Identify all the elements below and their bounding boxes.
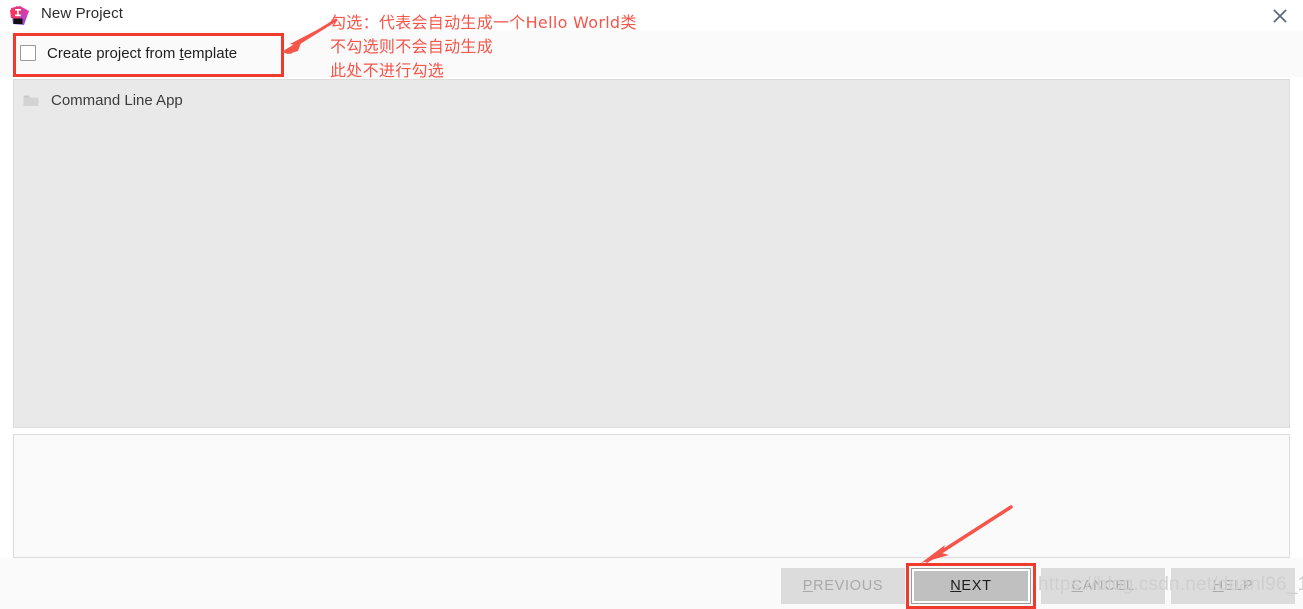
cancel-button-label: ANCEL: [1082, 578, 1135, 594]
previous-button-label: REVIOUS: [813, 578, 884, 594]
template-list-panel[interactable]: Command Line App: [13, 79, 1290, 428]
annotation-line-2: 不勾选则不会自动生成: [330, 37, 494, 56]
create-from-template-row: Create project from template: [0, 31, 1303, 77]
cancel-button[interactable]: C ANCEL: [1041, 568, 1165, 604]
template-settings-panel: [13, 434, 1290, 558]
list-item[interactable]: Command Line App: [23, 88, 183, 112]
window-title: New Project: [41, 5, 123, 22]
create-project-from-template-checkbox[interactable]: Create project from template: [20, 40, 237, 66]
list-item-label: Command Line App: [51, 91, 183, 109]
window-titlebar: New Project: [0, 0, 1303, 31]
cancel-button-mnemonic: C: [1071, 578, 1083, 594]
close-icon[interactable]: [1257, 0, 1303, 31]
checkbox-box[interactable]: [20, 45, 36, 61]
annotation-text-block: 勾选：代表会自动生成一个Hello World类 不勾选则不会自动生成 此处不进…: [330, 11, 637, 83]
intellij-idea-icon: [10, 6, 29, 25]
help-button-mnemonic: H: [1212, 578, 1224, 594]
folder-icon: [23, 94, 39, 107]
help-button-label: ELP: [1223, 578, 1254, 594]
help-button[interactable]: H ELP: [1171, 568, 1295, 604]
checkbox-label: Create project from template: [47, 44, 238, 62]
next-button-mnemonic: N: [950, 578, 962, 594]
previous-button-mnemonic: P: [802, 578, 814, 594]
next-button[interactable]: N EXT: [911, 568, 1031, 604]
annotation-line-1: 勾选：代表会自动生成一个Hello World类: [330, 13, 637, 32]
previous-button[interactable]: P REVIOUS: [781, 568, 905, 604]
next-button-label: EXT: [961, 578, 992, 594]
